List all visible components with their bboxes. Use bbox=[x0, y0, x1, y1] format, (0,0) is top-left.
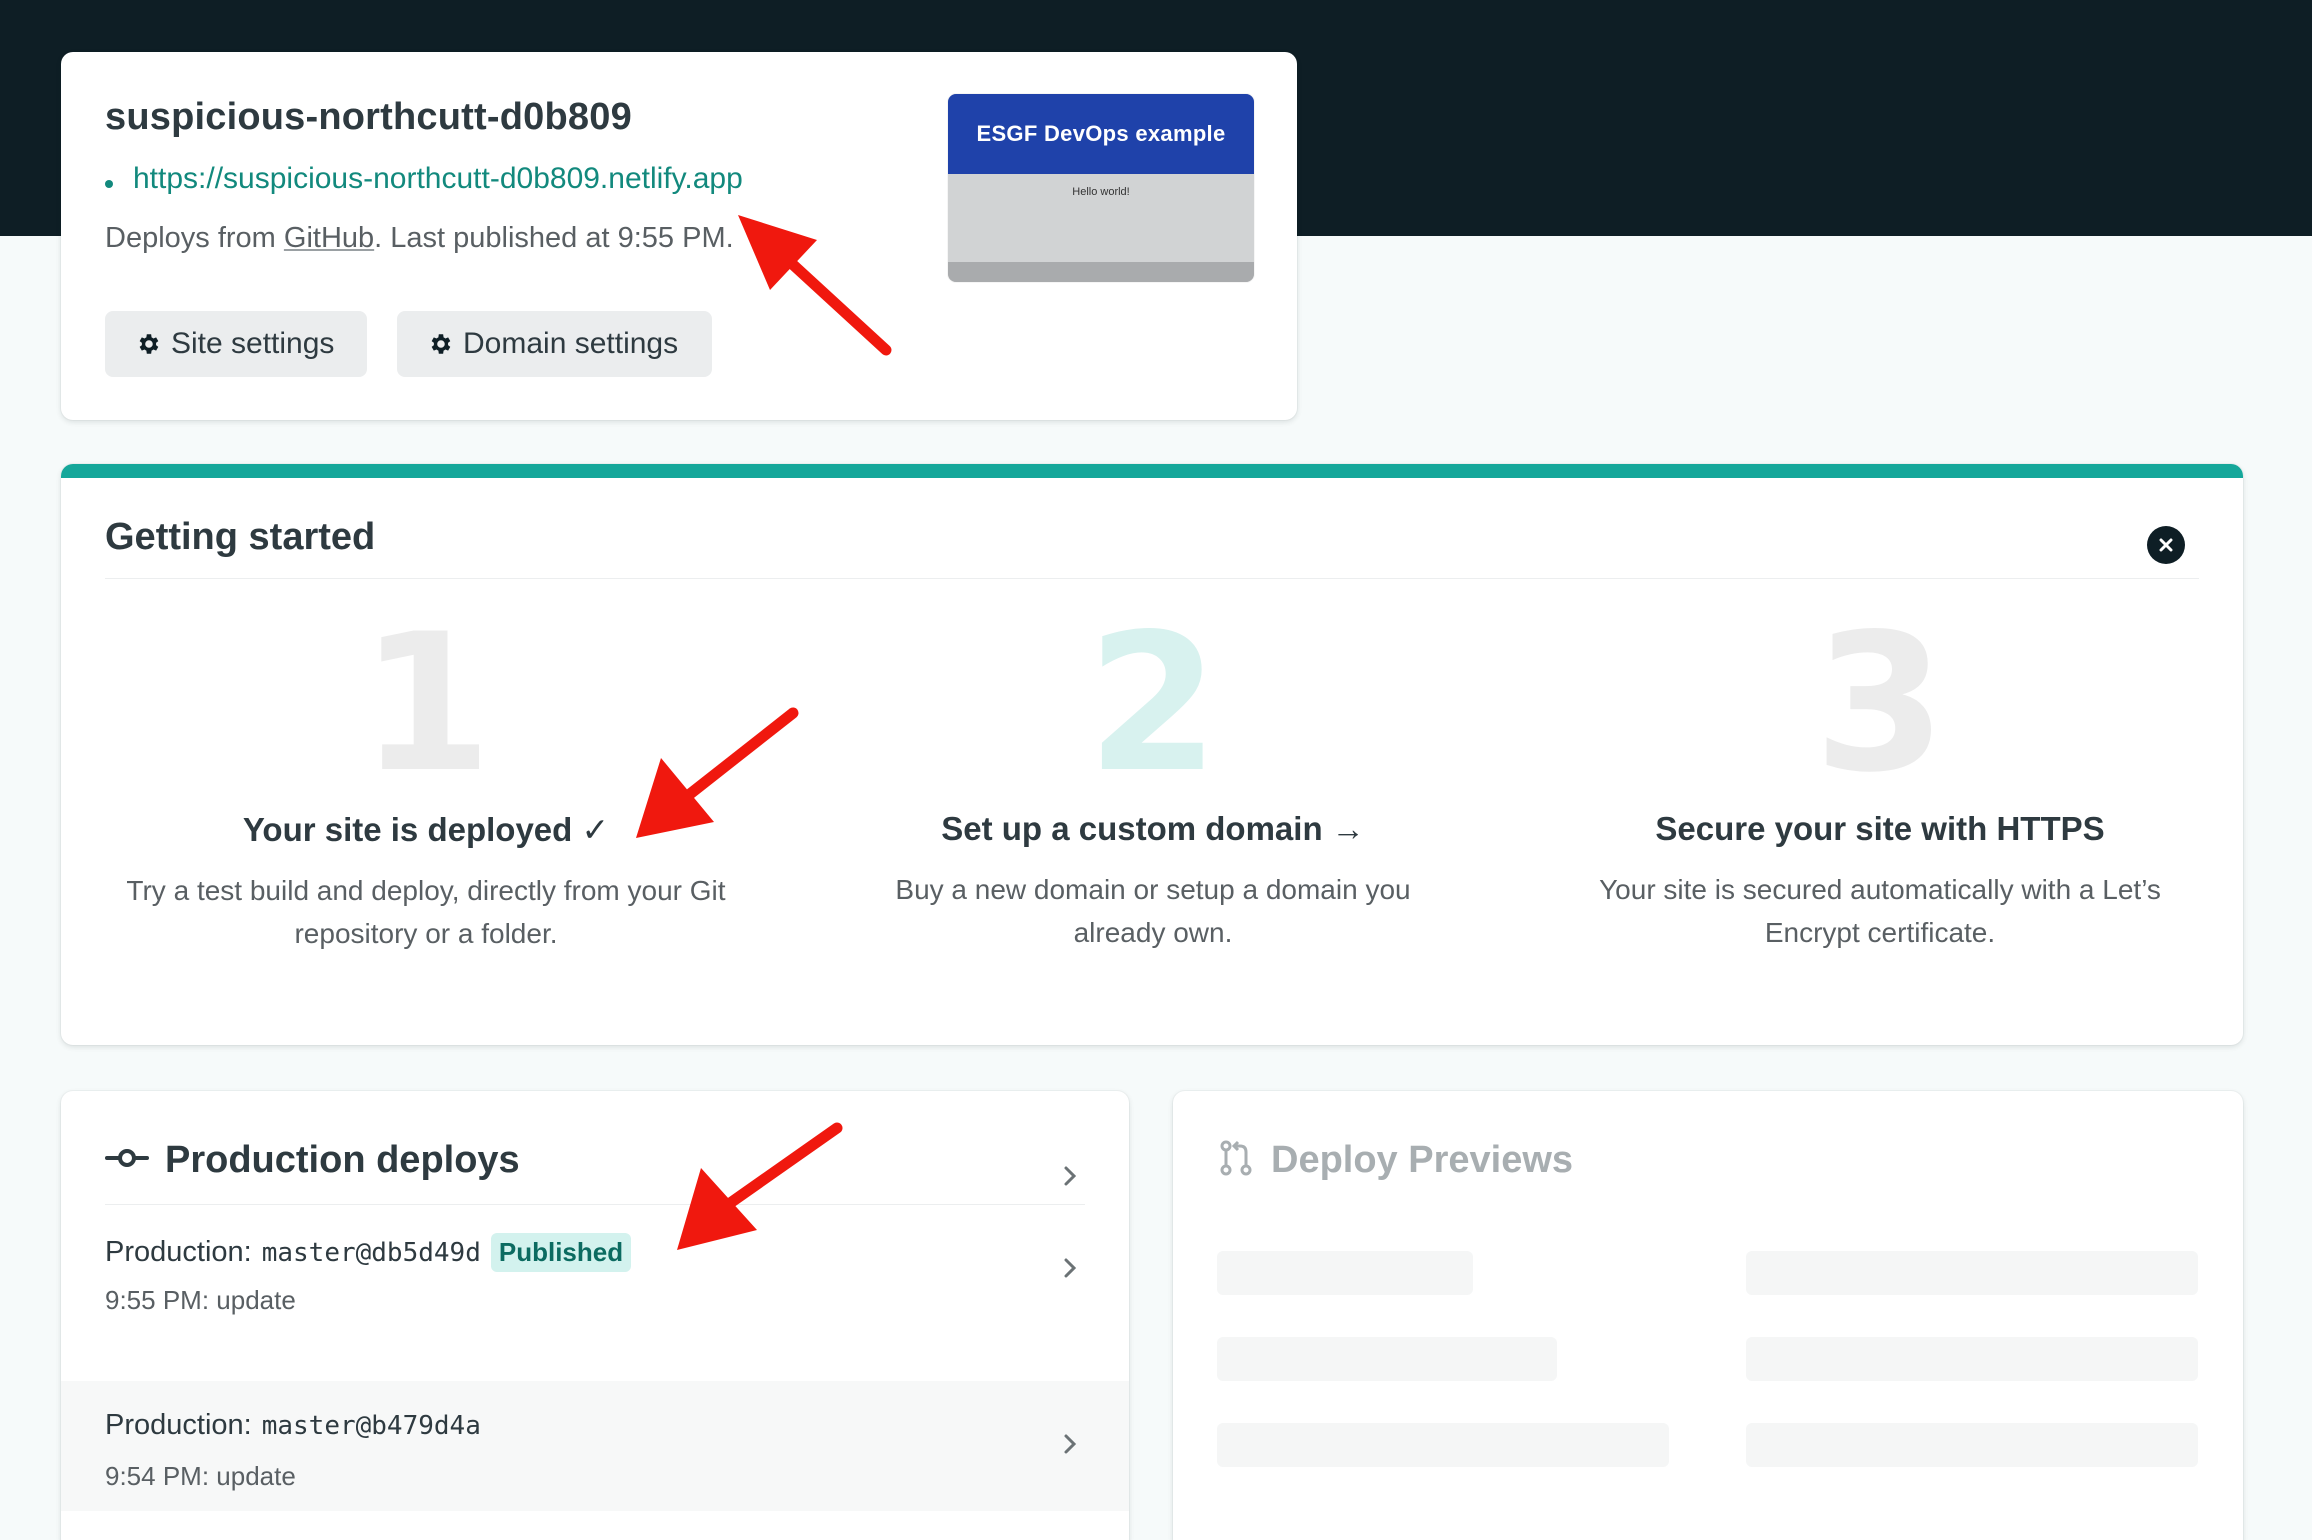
loading-placeholder bbox=[1217, 1251, 1473, 1295]
deploy-info-suffix: . Last published at 9:55 PM. bbox=[374, 222, 734, 254]
status-dot bbox=[105, 180, 113, 188]
getting-started-card: Getting started 1 Your site is deployed … bbox=[61, 464, 2243, 1045]
site-overview-card: suspicious-northcutt-d0b809 https://susp… bbox=[61, 52, 1297, 420]
chevron-right-icon bbox=[1063, 1433, 1077, 1460]
deploy-ref: master@b479d4a bbox=[261, 1410, 481, 1441]
deploy-previews-card: Deploy Previews bbox=[1173, 1091, 2243, 1540]
deploy-time: 9:55 PM: update bbox=[105, 1285, 296, 1315]
step-description: Your site is secured automatically with … bbox=[1599, 874, 2161, 948]
deploy-info: Deploys from GitHub. Last published at 9… bbox=[105, 222, 734, 255]
step-1: 1 Your site is deployed ✓ Try a test bui… bbox=[106, 593, 746, 955]
pull-request-icon bbox=[1219, 1140, 1253, 1181]
chevron-right-icon[interactable] bbox=[1063, 1165, 1077, 1192]
thumbnail-header: ESGF DevOps example bbox=[948, 94, 1254, 174]
deploy-context: Production: bbox=[105, 1409, 252, 1441]
step-title: Your site is deployed ✓ bbox=[242, 811, 610, 848]
site-url-row: https://suspicious-northcutt-d0b809.netl… bbox=[105, 162, 743, 196]
thumbnail-body: Hello world! bbox=[1072, 186, 1130, 198]
step-number: 3 bbox=[1813, 593, 1947, 814]
deploy-previews-title: Deploy Previews bbox=[1271, 1139, 1574, 1181]
site-settings-label: Site settings bbox=[171, 327, 335, 360]
step-title-link[interactable]: Set up a custom domain → bbox=[833, 810, 1473, 848]
step-number: 2 bbox=[1086, 593, 1220, 814]
gear-icon bbox=[135, 331, 161, 357]
deploy-context: Production: bbox=[105, 1236, 252, 1268]
site-url-link[interactable]: https://suspicious-northcutt-d0b809.netl… bbox=[133, 162, 743, 196]
step-description: Buy a new domain or setup a domain you a… bbox=[895, 874, 1411, 948]
deploy-row[interactable]: Production: master@b479d4a 9:54 PM: upda… bbox=[61, 1381, 1129, 1511]
gear-icon bbox=[427, 331, 453, 357]
site-name: suspicious-northcutt-d0b809 bbox=[105, 96, 632, 138]
loading-placeholder bbox=[1746, 1423, 2198, 1467]
deploy-row-title: Production: master@b479d4a bbox=[105, 1409, 481, 1442]
deploy-info-prefix: Deploys from bbox=[105, 222, 284, 254]
close-icon[interactable] bbox=[2147, 526, 2185, 564]
step-number: 1 bbox=[359, 593, 493, 814]
loading-placeholder bbox=[1746, 1251, 2198, 1295]
divider bbox=[105, 578, 2199, 579]
deploy-row[interactable]: Production: master@db5d49d Published 9:5… bbox=[61, 1205, 1129, 1335]
production-deploys-header[interactable]: Production deploys bbox=[105, 1139, 520, 1182]
getting-started-title: Getting started bbox=[105, 516, 376, 558]
deploy-time: 9:54 PM: update bbox=[105, 1461, 296, 1491]
production-deploys-card: Production deploys Production: master@db… bbox=[61, 1091, 1129, 1540]
loading-placeholder bbox=[1217, 1423, 1669, 1467]
deploy-ref: master@db5d49d bbox=[261, 1237, 481, 1268]
commit-icon bbox=[105, 1146, 149, 1175]
deploy-previews-header[interactable]: Deploy Previews bbox=[1219, 1139, 1573, 1182]
deploy-row-title: Production: master@db5d49d Published bbox=[105, 1233, 632, 1272]
step-2[interactable]: 2 Set up a custom domain → Buy a new dom… bbox=[833, 593, 1473, 954]
accent-bar bbox=[61, 464, 2243, 478]
loading-placeholder bbox=[1217, 1337, 1557, 1381]
loading-placeholder bbox=[1746, 1337, 2198, 1381]
status-badge: Published bbox=[490, 1233, 632, 1272]
chevron-right-icon bbox=[1063, 1257, 1077, 1284]
step-3: 3 Secure your site with HTTPS Your site … bbox=[1560, 593, 2200, 954]
site-preview-thumbnail[interactable]: ESGF DevOps example Hello world! bbox=[948, 94, 1254, 282]
github-link[interactable]: GitHub bbox=[284, 222, 374, 254]
thumbnail-footer bbox=[948, 262, 1254, 282]
step-title: Secure your site with HTTPS bbox=[1655, 810, 2105, 847]
production-deploys-title: Production deploys bbox=[165, 1139, 520, 1181]
site-settings-button[interactable]: Site settings bbox=[105, 311, 367, 377]
step-description: Try a test build and deploy, directly fr… bbox=[126, 875, 726, 949]
domain-settings-label: Domain settings bbox=[463, 327, 679, 360]
domain-settings-button[interactable]: Domain settings bbox=[397, 311, 712, 377]
